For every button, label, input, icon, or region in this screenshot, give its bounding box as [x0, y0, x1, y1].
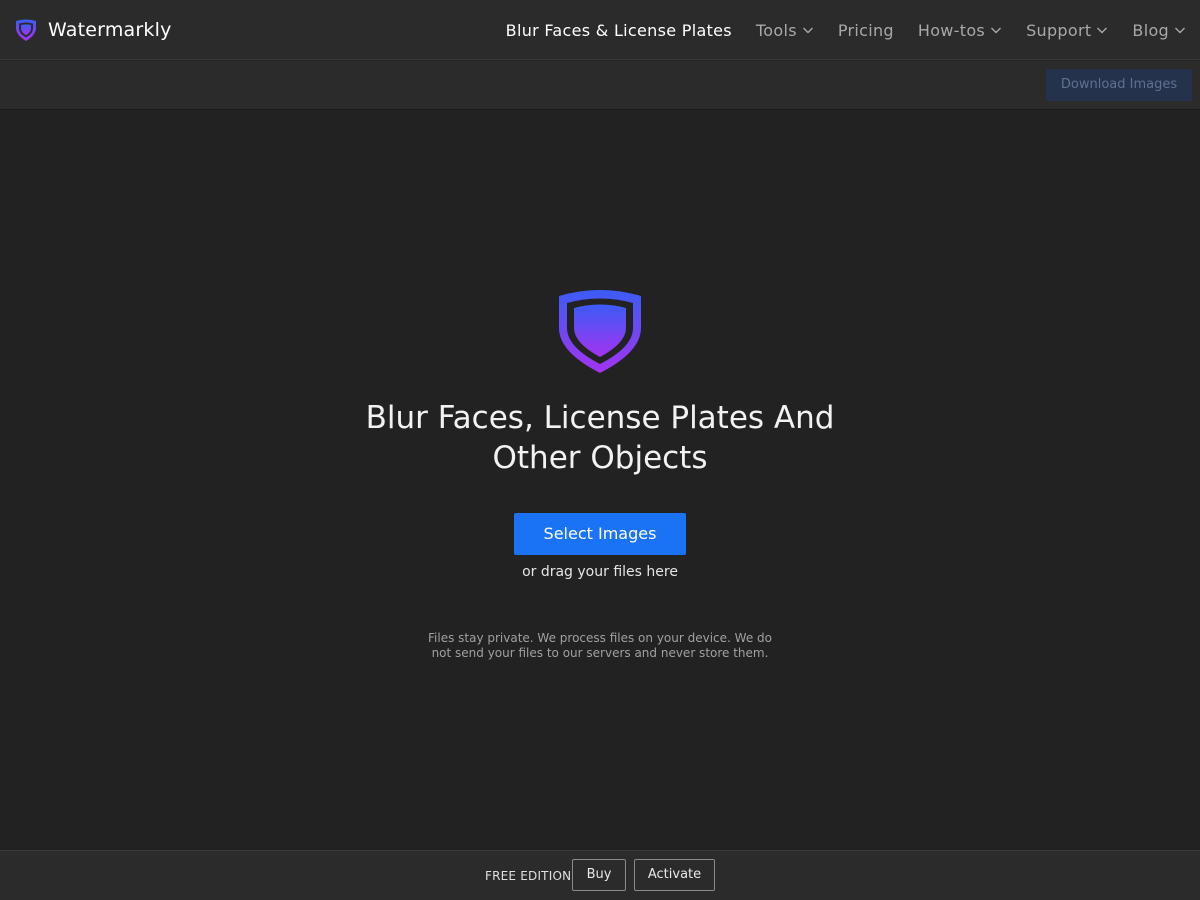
- brand-name: Watermarkly: [48, 19, 172, 41]
- nav-item-label: Blur Faces & License Plates: [505, 20, 732, 40]
- nav-item-blog[interactable]: Blog: [1132, 21, 1186, 40]
- buy-button[interactable]: Buy: [572, 859, 626, 891]
- editor-toolbar: Download Images: [0, 61, 1200, 110]
- nav-item-label: Blog: [1132, 20, 1169, 40]
- license-bar: FREE EDITION Buy Activate: [0, 850, 1200, 900]
- chevron-down-icon: [990, 24, 1002, 36]
- top-navigation: Watermarkly Blur Faces & License Plates …: [0, 0, 1200, 60]
- page-title: Blur Faces, License Plates And Other Obj…: [365, 400, 835, 476]
- nav-item-how-tos[interactable]: How-tos: [918, 21, 1002, 40]
- shield-logo-icon: [14, 18, 38, 42]
- drag-hint-text: or drag your files here: [522, 564, 678, 580]
- download-images-button[interactable]: Download Images: [1046, 69, 1192, 101]
- shield-logo-icon: [557, 288, 643, 374]
- activate-button[interactable]: Activate: [634, 859, 715, 891]
- nav-item-label: How-tos: [917, 20, 986, 40]
- edition-label: FREE EDITION: [485, 869, 572, 883]
- nav-menu: Blur Faces & License Plates Tools Pricin…: [482, 0, 1186, 60]
- nav-item-support[interactable]: Support: [1026, 21, 1108, 40]
- nav-item-pricing[interactable]: Pricing: [838, 21, 894, 40]
- nav-item-blur-faces[interactable]: Blur Faces & License Plates: [506, 21, 732, 40]
- nav-item-label: Tools: [755, 20, 797, 40]
- brand-link[interactable]: Watermarkly: [14, 17, 172, 43]
- nav-item-tools[interactable]: Tools: [756, 21, 814, 40]
- chevron-down-icon: [1174, 24, 1186, 36]
- privacy-note: Files stay private. We process files on …: [428, 631, 772, 660]
- select-images-button[interactable]: Select Images: [514, 513, 686, 555]
- drop-zone[interactable]: Blur Faces, License Plates And Other Obj…: [0, 110, 1200, 850]
- nav-item-label: Support: [1026, 20, 1092, 40]
- chevron-down-icon: [802, 24, 814, 36]
- nav-item-label: Pricing: [837, 20, 894, 40]
- chevron-down-icon: [1096, 24, 1108, 36]
